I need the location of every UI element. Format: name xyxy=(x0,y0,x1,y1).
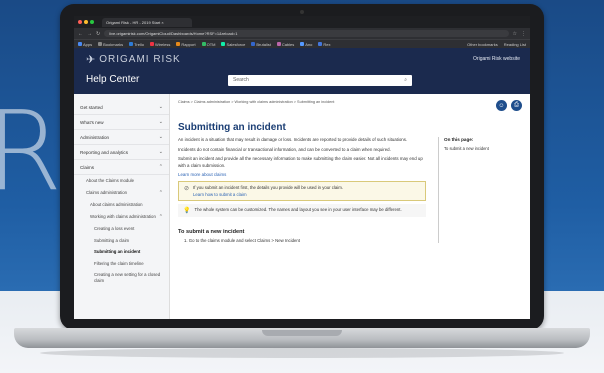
reload-icon[interactable]: ↻ xyxy=(96,31,100,37)
breadcrumb[interactable]: Claims > Claims administration > Working… xyxy=(178,100,522,104)
browser-tab-bar: Origami Risk - HR - 2019 Start × xyxy=(74,16,530,28)
chevron-down-icon: ⌄ xyxy=(158,149,163,155)
sidebar-item-about-claims[interactable]: About the Claims module xyxy=(74,175,169,187)
toc-title: On this page: xyxy=(444,137,474,142)
origami-logo[interactable]: ✈ ORIGAMI RISK xyxy=(86,53,181,66)
article-body: An incident is a situation that may resu… xyxy=(178,137,426,243)
search-input[interactable]: Search ⌕ xyxy=(228,75,412,86)
on-this-page: On this page: To submit a new incident xyxy=(438,137,518,243)
menu-icon[interactable]: ⋮ xyxy=(521,31,526,37)
bookmark-item[interactable]: Rapport xyxy=(176,42,196,47)
origami-bird-icon: ✈ xyxy=(86,54,96,66)
content-area: Get started ⌄ What's new ⌄ Administration ⌄… xyxy=(74,94,530,319)
section-heading: To submit a new incident xyxy=(178,228,245,235)
help-center-title: Help Center xyxy=(86,74,140,85)
learn-more-link[interactable]: Learn more about claims xyxy=(178,172,426,177)
address-bar-row: ← → ↻ live.origamirisk.com/OrigamiCloud/… xyxy=(74,28,530,39)
bookmark-item[interactable]: Bookmarks xyxy=(98,42,123,47)
sidebar-item-reporting[interactable]: Reporting and analytics ⌄ xyxy=(74,145,169,160)
page-actions: ☺ ⎙ xyxy=(496,100,522,111)
maximize-window-icon[interactable] xyxy=(90,20,94,24)
camera xyxy=(300,10,304,14)
bookmarks-bar: Apps Bookmarks Trello Wireless Rapport O… xyxy=(74,39,530,48)
toc-link[interactable]: To submit a new incident xyxy=(444,146,518,151)
sidebar-item-working-claims-admin[interactable]: Working with claims administration ⌃ xyxy=(74,211,169,224)
laptop-notch xyxy=(262,330,342,336)
sidebar-item-about-claims-admin[interactable]: About claims administration xyxy=(74,199,169,211)
star-icon[interactable]: ☆ xyxy=(513,31,517,37)
sidebar-item-claims-admin[interactable]: Claims administration ⌃ xyxy=(74,187,169,200)
sidebar-item-claims[interactable]: Claims ⌃ xyxy=(74,160,169,175)
minimize-window-icon[interactable] xyxy=(84,20,88,24)
search-icon[interactable]: ⌕ xyxy=(404,77,407,84)
article-columns: An incident is a situation that may resu… xyxy=(178,137,522,243)
laptop-shadow xyxy=(40,348,564,358)
site-header: ✈ ORIGAMI RISK Help Center Origami Risk … xyxy=(74,48,530,94)
laptop-screen: Origami Risk - HR - 2019 Start × ← → ↻ l… xyxy=(74,16,530,319)
window-controls[interactable] xyxy=(78,20,94,24)
bookmark-item[interactable]: Wireless xyxy=(150,42,170,47)
back-icon[interactable]: ← xyxy=(78,31,83,37)
browser-tab[interactable]: Origami Risk - HR - 2019 Start × xyxy=(102,17,192,27)
chevron-down-icon: ⌄ xyxy=(158,134,163,140)
step-item: 1. Go to the claims module and select Cl… xyxy=(184,237,300,243)
note-callout: ⊘ If you submit an incident first, the d… xyxy=(178,181,426,201)
bookmark-item[interactable]: Trello xyxy=(129,42,144,47)
paragraph: Submit an incident and provide all the n… xyxy=(178,156,423,168)
close-window-icon[interactable] xyxy=(78,20,82,24)
chevron-down-icon: ⌄ xyxy=(158,104,163,110)
url-field[interactable]: live.origamirisk.com/OrigamiCloud/Dashbo… xyxy=(104,30,509,37)
bookmark-item[interactable]: OTM xyxy=(201,42,215,47)
sidebar-item-submit-claim[interactable]: Submitting a claim xyxy=(74,235,169,247)
feedback-icon[interactable]: ☺ xyxy=(496,100,507,111)
tip-callout: 💡 The whole system can be customized. Th… xyxy=(178,203,426,217)
sidebar-item-filter-timeline[interactable]: Filtering the claim timeline xyxy=(74,258,169,270)
sidebar-item-whats-new[interactable]: What's new ⌄ xyxy=(74,115,169,130)
sidebar-item-submit-incident[interactable]: Submitting an incident xyxy=(74,246,169,258)
bookmark-item[interactable]: Ano xyxy=(300,42,312,47)
bookmark-item[interactable]: Salesforce xyxy=(221,42,245,47)
background-letter: R xyxy=(0,87,63,215)
lightbulb-icon: 💡 xyxy=(183,207,191,214)
chevron-down-icon: ⌄ xyxy=(158,119,163,125)
bookmark-item[interactable]: Rex xyxy=(318,42,331,47)
bookmark-item[interactable]: Apps xyxy=(78,42,92,47)
sidebar-nav: Get started ⌄ What's new ⌄ Administration ⌄… xyxy=(74,94,170,319)
submit-claim-link[interactable]: Learn how to submit a claim xyxy=(193,192,343,197)
reading-list[interactable]: Reading List xyxy=(504,42,526,47)
paragraph: Incidents do not contain financial or tr… xyxy=(178,146,391,152)
forward-icon[interactable]: → xyxy=(87,31,92,37)
page-title: Submitting an incident xyxy=(178,122,286,133)
sidebar-item-administration[interactable]: Administration ⌄ xyxy=(74,130,169,145)
print-icon[interactable]: ⎙ xyxy=(511,100,522,111)
other-bookmarks[interactable]: Other bookmarks xyxy=(467,42,498,47)
chevron-up-icon: ⌃ xyxy=(158,164,163,170)
bookmark-item[interactable]: Brutalist xyxy=(251,42,271,47)
intro-paragraph: An incident is a situation that may resu… xyxy=(178,137,408,142)
bookmark-item[interactable]: Cables xyxy=(276,42,294,47)
sidebar-item-closed-claim-setting[interactable]: Creating a new setting for a closed clai… xyxy=(74,269,169,286)
check-circle-icon: ⊘ xyxy=(184,186,190,193)
sidebar-item-get-started[interactable]: Get started ⌄ xyxy=(74,100,169,115)
chevron-up-icon: ⌃ xyxy=(158,213,163,220)
sidebar-item-loss-event[interactable]: Creating a loss event xyxy=(74,223,169,235)
main-content: Claims > Claims administration > Working… xyxy=(170,94,530,319)
origami-website-link[interactable]: Origami Risk website xyxy=(473,56,520,62)
chevron-up-icon: ⌃ xyxy=(158,189,163,196)
